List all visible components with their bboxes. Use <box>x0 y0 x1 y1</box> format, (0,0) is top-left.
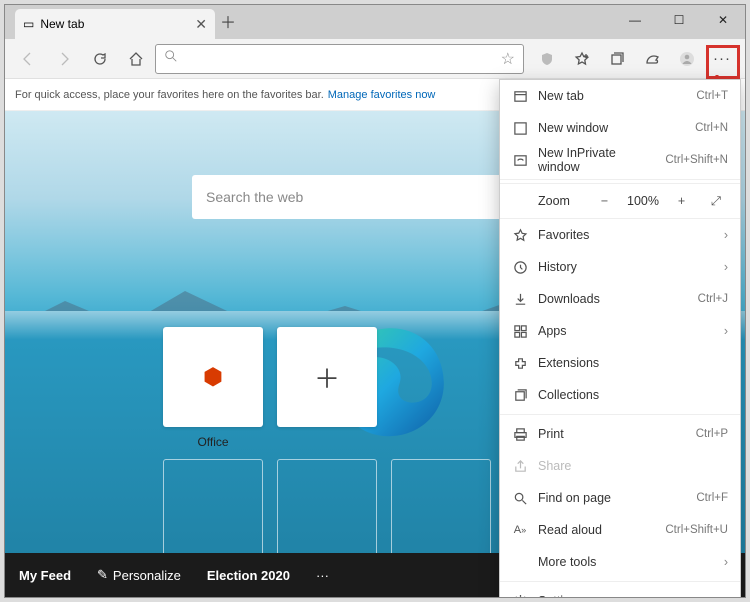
plus-icon: ＋ <box>314 359 340 396</box>
window-controls: — ☐ ✕ <box>613 5 745 35</box>
apps-icon <box>512 323 528 339</box>
favorite-star-icon[interactable]: ☆ <box>501 49 515 69</box>
manage-favorites-link[interactable]: Manage favorites now <box>328 89 436 101</box>
menu-new-window[interactable]: New window Ctrl+N <box>500 112 740 144</box>
home-button[interactable] <box>119 43 153 75</box>
menu-favorites[interactable]: Favorites › <box>500 219 740 251</box>
titlebar: ▭ New tab ✕ ＋ — ☐ ✕ <box>5 5 745 39</box>
office-icon: ⬢ <box>203 364 222 390</box>
menu-extensions[interactable]: Extensions <box>500 347 740 379</box>
address-input[interactable] <box>184 51 495 66</box>
collections-icon <box>512 387 528 403</box>
menu-new-tab[interactable]: New tab Ctrl+T <box>500 80 740 112</box>
tile-office[interactable]: ⬢ <box>163 327 263 427</box>
extensions-icon <box>512 355 528 371</box>
maximize-button[interactable]: ☐ <box>657 5 701 35</box>
read-aloud-icon: A» <box>512 522 528 538</box>
search-placeholder: Search the web <box>206 189 303 205</box>
history-icon <box>512 259 528 275</box>
new-window-icon <box>512 120 528 136</box>
ghost-row <box>163 459 491 559</box>
menu-share: Share <box>500 450 740 482</box>
chevron-right-icon: › <box>724 228 728 242</box>
feedback-icon[interactable] <box>635 43 669 75</box>
chevron-right-icon: › <box>724 260 728 274</box>
feed-tab-my-feed[interactable]: My Feed <box>19 568 71 583</box>
menu-apps[interactable]: Apps › <box>500 315 740 347</box>
browser-tab[interactable]: ▭ New tab ✕ <box>15 9 215 39</box>
chevron-right-icon: › <box>724 324 728 338</box>
ghost-tile <box>391 459 491 559</box>
menu-more-tools[interactable]: More tools › <box>500 546 740 578</box>
zoom-in-button[interactable]: + <box>669 194 693 208</box>
new-tab-icon <box>512 88 528 104</box>
feed-tab-topic[interactable]: Election 2020 <box>207 568 290 583</box>
profile-button[interactable] <box>670 43 704 75</box>
gear-icon <box>512 593 528 598</box>
favorites-icon[interactable] <box>565 43 599 75</box>
forward-button[interactable] <box>47 43 81 75</box>
menu-downloads[interactable]: Downloads Ctrl+J <box>500 283 740 315</box>
settings-menu-button[interactable]: ··· <box>705 43 739 75</box>
close-tab-icon[interactable]: ✕ <box>195 16 207 33</box>
tab-title: New tab <box>40 17 84 31</box>
minimize-button[interactable]: — <box>613 5 657 35</box>
tile-add[interactable]: ＋ <box>277 327 377 427</box>
inprivate-icon <box>512 152 528 168</box>
download-icon <box>512 291 528 307</box>
menu-zoom: Zoom − 100% + ⤢ <box>500 183 740 219</box>
find-icon <box>512 490 528 506</box>
refresh-button[interactable] <box>83 43 117 75</box>
chevron-right-icon: › <box>724 555 728 569</box>
share-icon <box>512 458 528 474</box>
menu-history[interactable]: History › <box>500 251 740 283</box>
zoom-out-button[interactable]: − <box>593 194 617 208</box>
fullscreen-button[interactable]: ⤢ <box>704 194 728 209</box>
back-button[interactable] <box>11 43 45 75</box>
zoom-label: Zoom <box>538 194 582 208</box>
menu-new-inprivate[interactable]: New InPrivate window Ctrl+Shift+N <box>500 144 740 176</box>
print-icon <box>512 426 528 442</box>
close-window-button[interactable]: ✕ <box>701 5 745 35</box>
toolbar: ☆ ··· <box>5 39 745 79</box>
tracking-prevention-icon[interactable] <box>530 43 564 75</box>
feed-more[interactable]: ··· <box>316 568 329 583</box>
favorites-hint: For quick access, place your favorites h… <box>15 89 324 101</box>
main-menu: New tab Ctrl+T New window Ctrl+N New InP… <box>499 79 741 598</box>
quick-links: ⬢ ＋ <box>163 327 377 427</box>
menu-read-aloud[interactable]: A» Read aloud Ctrl+Shift+U <box>500 514 740 546</box>
new-tab-button[interactable]: ＋ <box>215 9 241 39</box>
tab-favicon: ▭ <box>23 17 34 31</box>
ghost-tile <box>163 459 263 559</box>
zoom-value: 100% <box>627 194 659 208</box>
ghost-tile <box>277 459 377 559</box>
star-icon <box>512 227 528 243</box>
menu-collections[interactable]: Collections <box>500 379 740 411</box>
feed-tab-personalize[interactable]: ✎ Personalize <box>97 567 181 583</box>
browser-window: ▭ New tab ✕ ＋ — ☐ ✕ ☆ ··· <box>4 4 746 598</box>
menu-find[interactable]: Find on page Ctrl+F <box>500 482 740 514</box>
tile-label-office: Office <box>163 435 263 449</box>
address-bar[interactable]: ☆ <box>155 44 524 74</box>
menu-print[interactable]: Print Ctrl+P <box>500 418 740 450</box>
collections-icon[interactable] <box>600 43 634 75</box>
menu-settings[interactable]: Settings <box>500 585 740 598</box>
search-icon <box>164 49 178 68</box>
